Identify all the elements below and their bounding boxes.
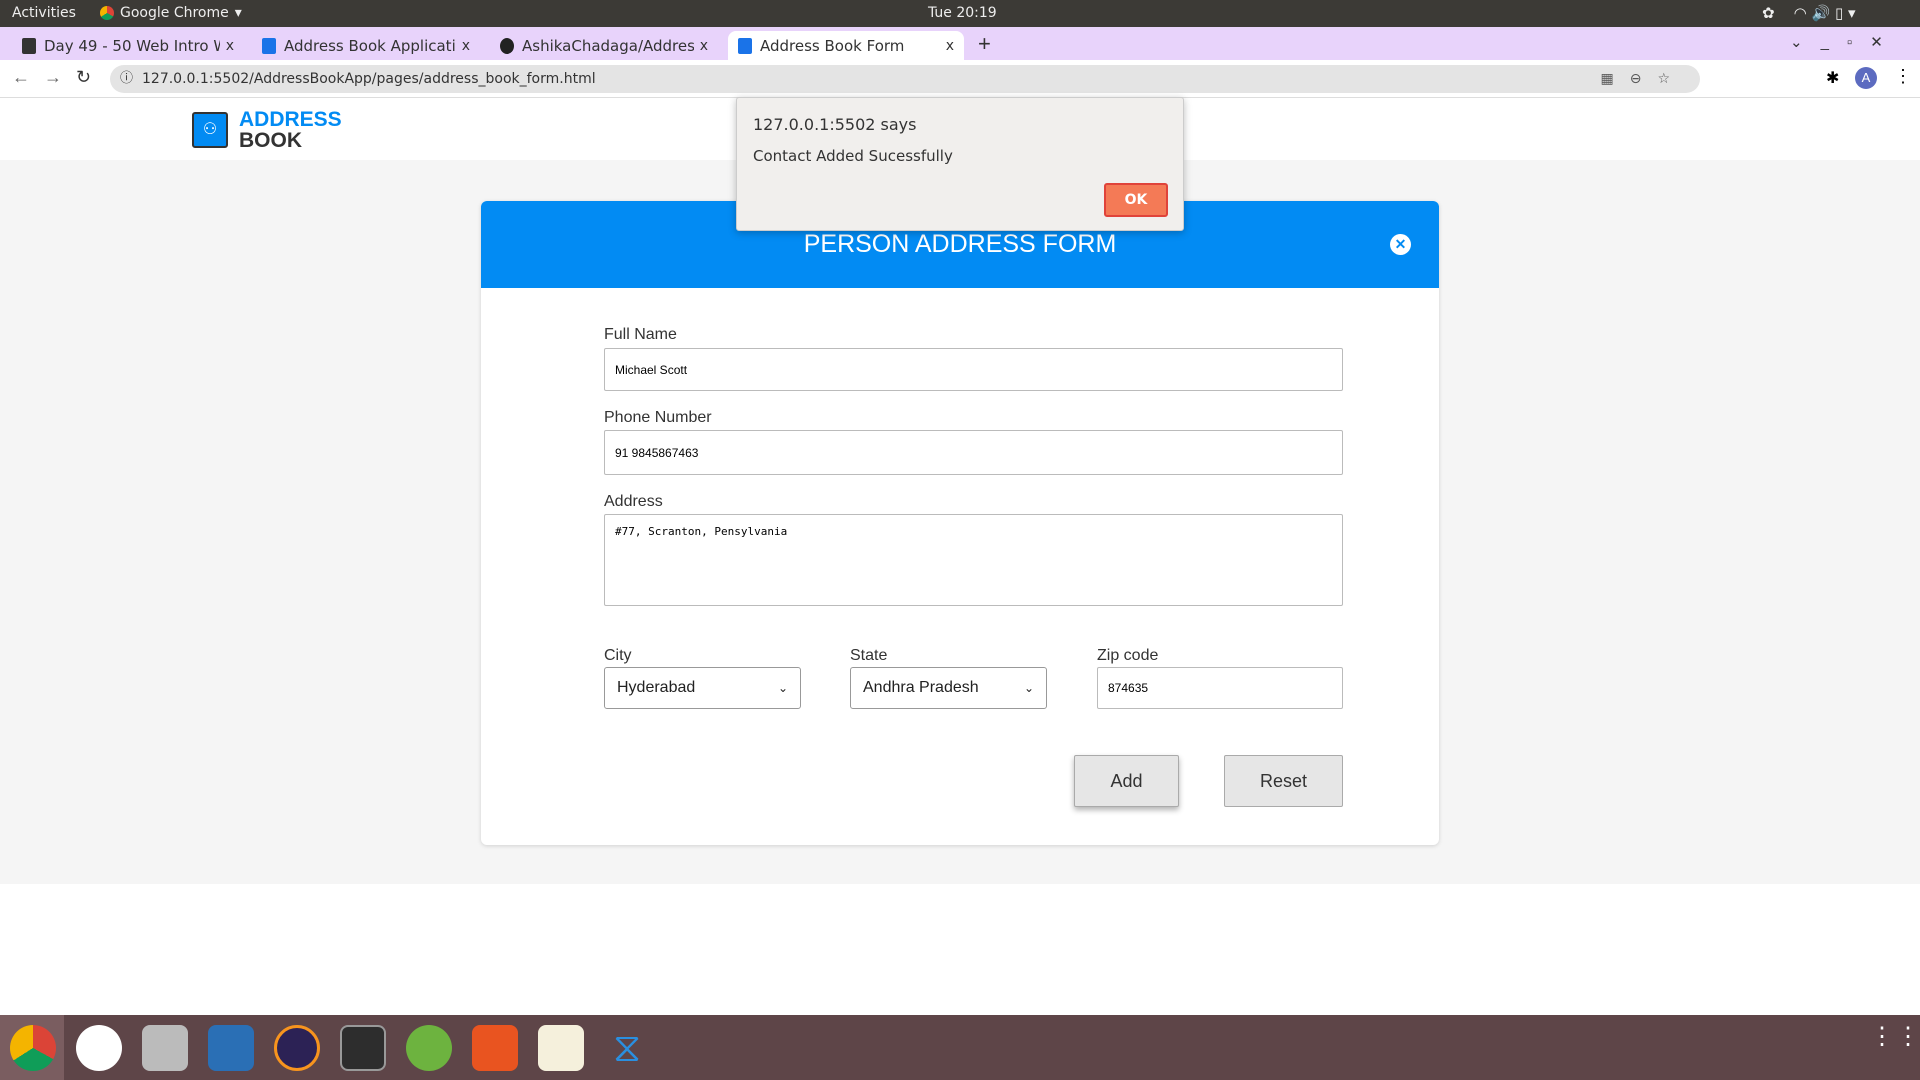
address-textarea[interactable]: #77, Scranton, Pensylvania — [604, 514, 1343, 606]
new-tab-button[interactable]: + — [978, 31, 991, 57]
chrome-dock-icon[interactable] — [10, 1025, 56, 1071]
logo-line2: BOOK — [239, 129, 302, 152]
activities-button[interactable]: Activities — [12, 5, 76, 21]
back-icon[interactable]: ← — [12, 67, 30, 88]
address-book-favicon-icon — [738, 37, 752, 54]
state-value: Andhra Pradesh — [863, 679, 979, 696]
clock[interactable]: Tue 20:19 — [928, 5, 997, 21]
browser-toolbar: ← → ↻ ⓘ 127.0.0.1:5502/AddressBookApp/pa… — [0, 60, 1920, 98]
address-form-card: PERSON ADDRESS FORM ✕ Full Name Michael … — [481, 201, 1439, 845]
app-name: Google Chrome — [120, 5, 229, 21]
tab-strip: Day 49 - 50 Web Intro Wor x Address Book … — [0, 27, 1920, 60]
window-controls[interactable]: ⌄_▫✕ — [1790, 33, 1901, 51]
reload-icon[interactable]: ↻ — [76, 67, 91, 88]
close-tab-icon[interactable]: x — [946, 38, 954, 54]
tab-title: AshikaChadaga/AddressB — [522, 36, 694, 55]
tab-title: Address Book Form — [760, 36, 905, 55]
tab-address-book-app[interactable]: Address Book Application x — [252, 31, 480, 60]
profile-avatar[interactable]: A — [1855, 67, 1877, 89]
alert-dialog: 127.0.0.1:5502 says Contact Added Sucess… — [736, 97, 1184, 231]
chrome-icon — [100, 6, 114, 20]
tab-address-book-form[interactable]: Address Book Form x — [728, 31, 964, 60]
dock: ⧖ ⋮⋮⋮ — [0, 1015, 1920, 1080]
writer-dock-icon[interactable] — [208, 1025, 254, 1071]
dialog-message: Contact Added Sucessfully — [753, 147, 953, 165]
system-top-bar: Activities Google Chrome ▾ Tue 20:19 ✿ ◠ … — [0, 0, 1920, 27]
chevron-down-icon: ⌄ — [1023, 681, 1034, 695]
extensions-icon[interactable]: ✱ — [1826, 68, 1839, 88]
tab-github[interactable]: AshikaChadaga/AddressB x — [490, 31, 718, 60]
terminal-dock-icon[interactable] — [340, 1025, 386, 1071]
chevron-down-icon: ⌄ — [777, 681, 788, 695]
info-icon: ⓘ — [120, 71, 134, 86]
address-book-favicon-icon — [262, 37, 276, 54]
software-center-dock-icon[interactable] — [472, 1025, 518, 1071]
address-bar[interactable]: ⓘ 127.0.0.1:5502/AddressBookApp/pages/ad… — [110, 65, 1700, 93]
close-form-icon[interactable]: ✕ — [1390, 234, 1411, 255]
eclipse-dock-icon[interactable] — [274, 1025, 320, 1071]
tab-title: Day 49 - 50 Web Intro Wor — [44, 36, 220, 55]
slack-dock-icon[interactable] — [76, 1025, 122, 1071]
url-text: 127.0.0.1:5502/AddressBookApp/pages/addr… — [142, 71, 596, 87]
address-label: Address — [604, 493, 663, 510]
address-book-logo-icon: ⚇ — [192, 112, 228, 148]
city-value: Hyderabad — [617, 679, 696, 696]
close-tab-icon[interactable]: x — [226, 38, 234, 54]
form-title: PERSON ADDRESS FORM — [803, 230, 1117, 258]
city-label: City — [604, 647, 632, 664]
vscode-dock-icon[interactable]: ⧖ — [604, 1025, 650, 1071]
zip-label: Zip code — [1097, 647, 1159, 664]
reset-button[interactable]: Reset — [1224, 755, 1343, 807]
phone-label: Phone Number — [604, 409, 712, 426]
github-icon — [500, 37, 514, 54]
files-dock-icon[interactable] — [142, 1025, 188, 1071]
full-name-input[interactable]: Michael Scott — [604, 348, 1343, 391]
spring-dock-icon[interactable] — [406, 1025, 452, 1071]
phone-input[interactable]: 91 9845867463 — [604, 430, 1343, 475]
tab-day49[interactable]: Day 49 - 50 Web Intro Wor x — [12, 31, 244, 60]
city-select[interactable]: Hyderabad ⌄ — [604, 667, 801, 709]
state-select[interactable]: Andhra Pradesh ⌄ — [850, 667, 1047, 709]
full-name-label: Full Name — [604, 326, 677, 343]
close-tab-icon[interactable]: x — [462, 38, 470, 54]
forward-icon[interactable]: → — [44, 67, 62, 88]
state-label: State — [850, 647, 888, 664]
menu-icon[interactable]: ⋮ — [1894, 66, 1912, 87]
logo-line1: ADDRESS — [239, 108, 342, 131]
tab-favicon-icon — [22, 37, 36, 54]
ok-button[interactable]: OK — [1104, 183, 1168, 217]
text-editor-dock-icon[interactable] — [538, 1025, 584, 1071]
omnibox-action-icons[interactable]: ▦⊖☆ — [1600, 65, 1686, 93]
show-apps-icon[interactable]: ⋮⋮⋮ — [1870, 1025, 1920, 1049]
add-button[interactable]: Add — [1074, 755, 1179, 807]
dialog-origin: 127.0.0.1:5502 says — [753, 115, 917, 134]
zip-input[interactable]: 874635 — [1097, 667, 1343, 709]
logo-text[interactable]: ADDRESS BOOK — [239, 109, 342, 151]
close-tab-icon[interactable]: x — [700, 38, 708, 54]
app-menu[interactable]: Google Chrome ▾ — [100, 5, 242, 21]
caret-down-icon: ▾ — [234, 5, 242, 21]
tab-title: Address Book Application — [284, 36, 456, 55]
status-tray-icons[interactable]: ✿ ◠ 🔊 ▯ ▾ — [1762, 4, 1856, 22]
